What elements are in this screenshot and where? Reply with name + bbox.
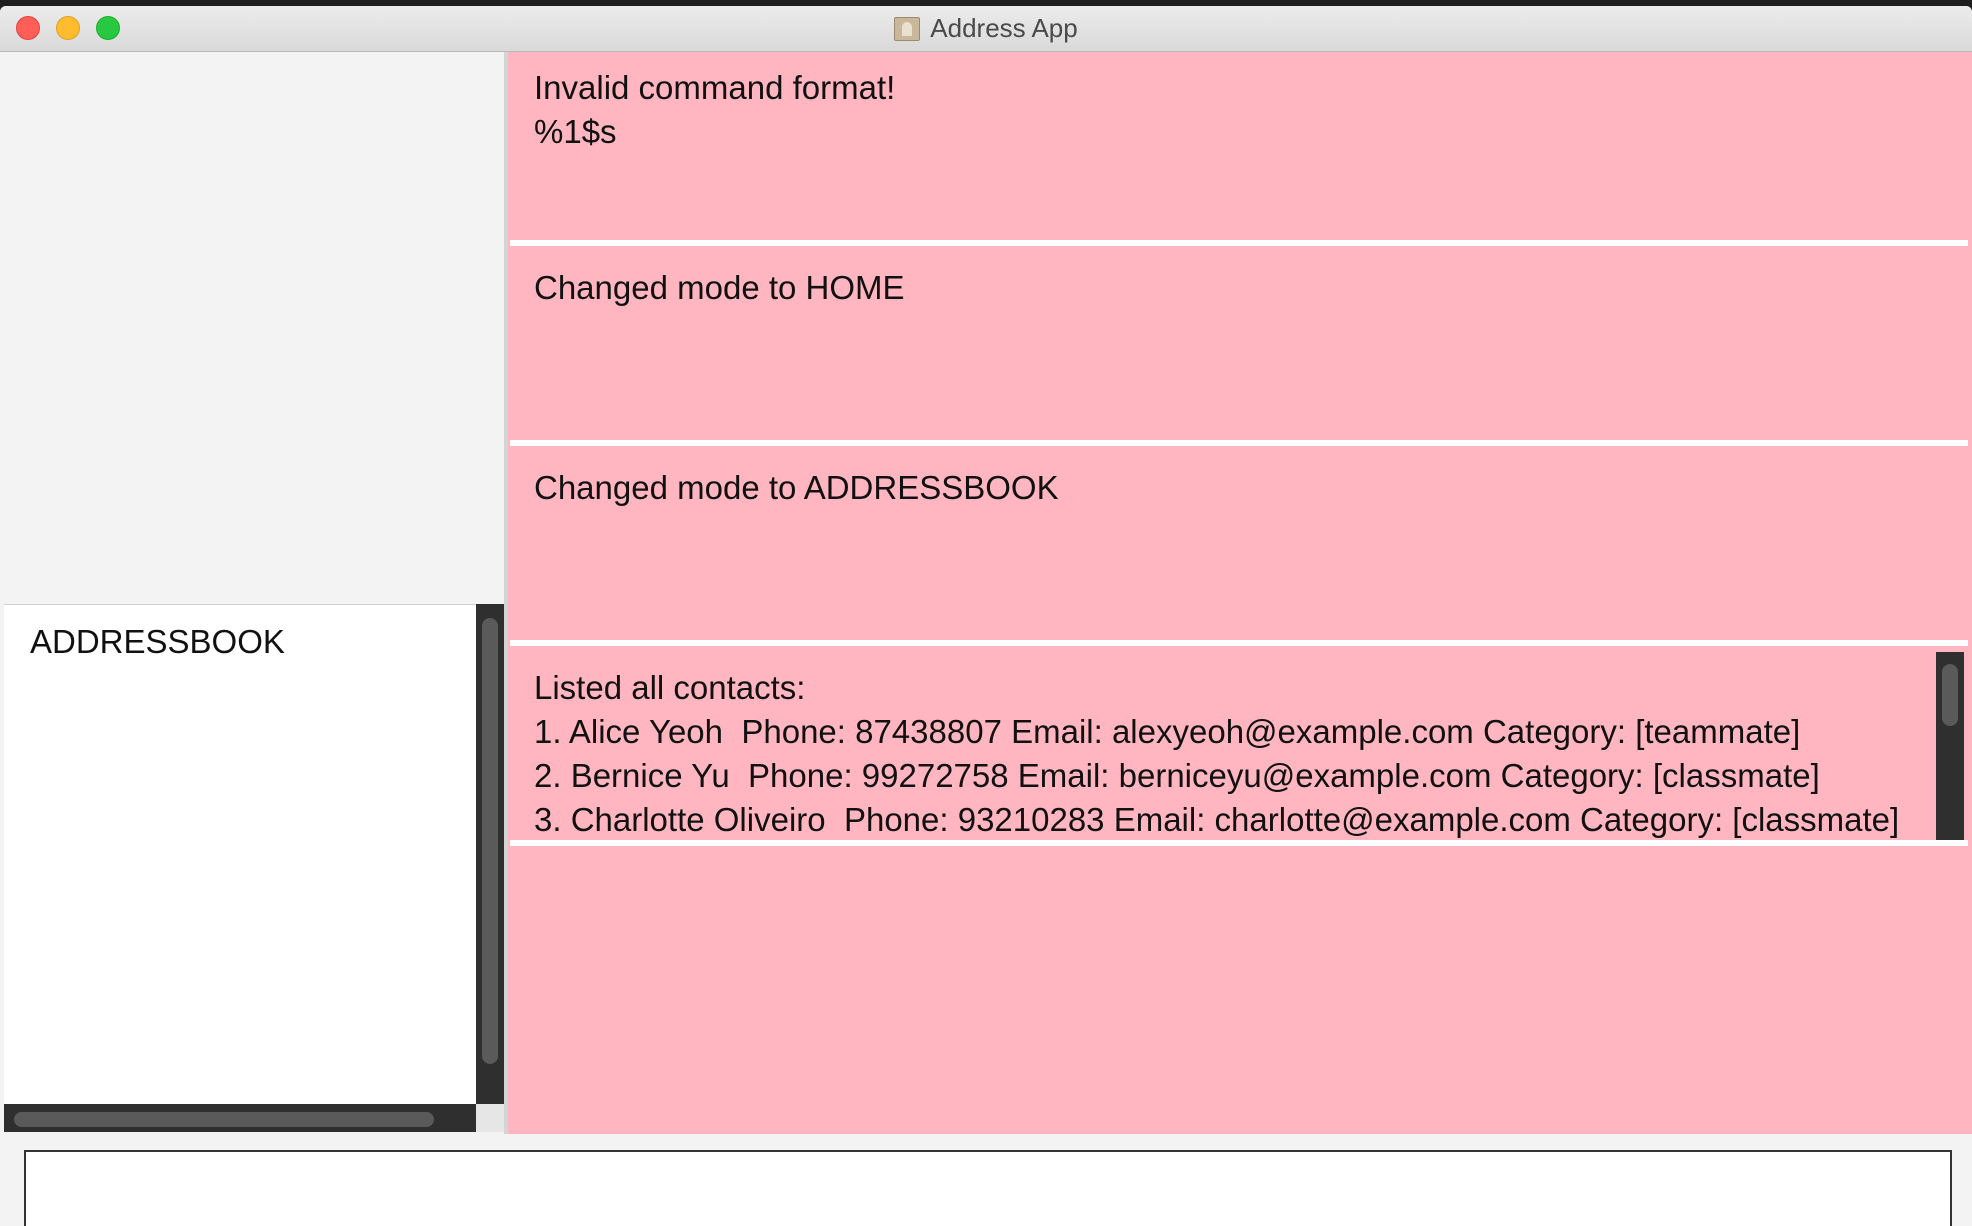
result-message: Invalid command format! %1$s xyxy=(534,69,896,150)
mode-list-vertical-scrollbar[interactable] xyxy=(476,604,504,1104)
result-message: Changed mode to ADDRESSBOOK xyxy=(534,469,1059,506)
result-card-scrollbar[interactable] xyxy=(1936,652,1964,840)
result-card: Invalid command format! %1$s xyxy=(510,52,1968,246)
title-group: Address App xyxy=(0,6,1972,51)
mode-list[interactable]: ADDRESSBOOK xyxy=(4,604,476,1105)
result-card: Changed mode to HOME xyxy=(510,252,1968,446)
window-title: Address App xyxy=(930,13,1078,43)
result-message: Listed all contacts: 1. Alice Yeoh Phone… xyxy=(534,669,1900,838)
mode-list-horizontal-scrollbar[interactable] xyxy=(4,1104,476,1132)
scrollbar-thumb[interactable] xyxy=(14,1112,434,1127)
scrollbar-thumb[interactable] xyxy=(1942,664,1958,726)
result-card: Listed all contacts: 1. Alice Yeoh Phone… xyxy=(510,652,1968,846)
app-window: Address App ADDRESSBOOK Invalid command … xyxy=(0,6,1972,1226)
scrollbar-thumb[interactable] xyxy=(482,618,498,1064)
result-card: Changed mode to ADDRESSBOOK xyxy=(510,452,1968,646)
command-area xyxy=(0,1134,1972,1226)
result-message: Changed mode to HOME xyxy=(534,269,905,306)
scrollbar-corner xyxy=(476,1104,504,1132)
left-top-panel xyxy=(4,52,508,602)
results-panel: Invalid command format! %1$s Changed mod… xyxy=(508,52,1972,1134)
mode-list-item[interactable]: ADDRESSBOOK xyxy=(30,623,285,661)
title-bar[interactable]: Address App xyxy=(0,6,1972,52)
command-input[interactable] xyxy=(24,1150,1952,1226)
address-book-icon xyxy=(894,16,921,41)
